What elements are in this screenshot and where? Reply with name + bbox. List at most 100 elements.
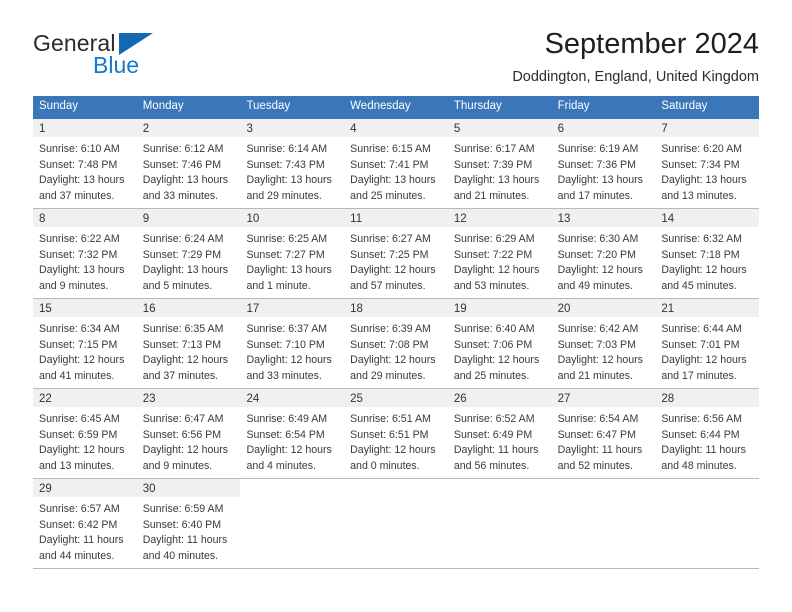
daylight-duration-line2: and 53 minutes. [453, 279, 530, 292]
day-cell-empty [655, 479, 759, 568]
daylight-duration-line1: Daylight: 12 hours [661, 264, 747, 277]
daylight-duration-line1: Daylight: 12 hours [39, 354, 125, 367]
day-cell[interactable]: 6 Sunrise: 6:19 AM Sunset: 7:36 PM Daylight… [551, 119, 656, 208]
day-details: Sunrise: 6:24 AM Sunset: 7:29 PM Daylight:… [137, 227, 241, 294]
daylight-duration-line2: and 29 minutes. [350, 369, 426, 382]
day-cell[interactable]: 21 Sunrise: 6:44 AM Sunset: 7:01 PM Dayligh… [655, 299, 760, 388]
day-number: 5 [447, 119, 552, 138]
day-cell[interactable]: 2 Sunrise: 6:12 AM Sunset: 7:46 PM Daylight… [136, 119, 241, 208]
day-cell[interactable]: 10 Sunrise: 6:25 AM Sunset: 7:27 PM Dayligh… [240, 209, 345, 298]
sunset-time: Sunset: 7:13 PM [142, 338, 222, 351]
day-details: Sunrise: 6:14 AM Sunset: 7:43 PM Daylight:… [240, 137, 344, 204]
day-cell[interactable]: 16 Sunrise: 6:35 AM Sunset: 7:13 PM Dayligh… [136, 299, 241, 388]
day-number: 22 [33, 389, 137, 408]
day-cell[interactable]: 4 Sunrise: 6:15 AM Sunset: 7:41 PM Daylight… [344, 119, 448, 208]
day-cell-empty [448, 479, 552, 568]
day-cell[interactable]: 12 Sunrise: 6:29 AM Sunset: 7:22 PM Dayligh… [447, 209, 552, 298]
day-cell[interactable]: 11 Sunrise: 6:27 AM Sunset: 7:25 PM Dayligh… [344, 209, 448, 298]
daylight-duration-line2: and 17 minutes. [557, 189, 633, 202]
day-cell[interactable]: 7 Sunrise: 6:20 AM Sunset: 7:34 PM Daylight… [655, 119, 760, 208]
sunrise-time: Sunrise: 6:57 AM [39, 503, 120, 516]
sunset-time: Sunset: 6:56 PM [142, 428, 222, 441]
calendar-grid: Sunday Monday Tuesday Wednesday Thursday… [33, 96, 760, 570]
sunset-time: Sunset: 7:29 PM [142, 248, 222, 261]
sunset-time: Sunset: 7:43 PM [246, 158, 325, 171]
day-number: 29 [33, 479, 137, 498]
day-details: Sunrise: 6:47 AM Sunset: 6:56 PM Daylight:… [137, 407, 241, 474]
day-details: Sunrise: 6:37 AM Sunset: 7:10 PM Daylight:… [240, 317, 344, 384]
day-cell[interactable]: 24 Sunrise: 6:49 AM Sunset: 6:54 PM Dayligh… [240, 389, 345, 478]
sunset-time: Sunset: 7:41 PM [350, 158, 429, 171]
sunset-time: Sunset: 7:34 PM [661, 158, 740, 171]
daylight-duration-line1: Daylight: 12 hours [557, 354, 643, 367]
day-cell[interactable]: 26 Sunrise: 6:52 AM Sunset: 6:49 PM Dayligh… [447, 389, 552, 478]
day-details: Sunrise: 6:29 AM Sunset: 7:22 PM Daylight:… [448, 227, 552, 294]
day-number: 16 [136, 299, 241, 318]
daylight-duration-line2: and 44 minutes. [39, 549, 115, 562]
weekday-monday: Monday [142, 100, 184, 113]
daylight-duration-line1: Daylight: 12 hours [350, 444, 436, 457]
sunrise-time: Sunrise: 6:20 AM [661, 143, 742, 156]
day-cell[interactable]: 3 Sunrise: 6:14 AM Sunset: 7:43 PM Daylight… [240, 119, 345, 208]
day-cell[interactable]: 23 Sunrise: 6:47 AM Sunset: 6:56 PM Dayligh… [136, 389, 241, 478]
day-cell[interactable]: 25 Sunrise: 6:51 AM Sunset: 6:51 PM Dayligh… [344, 389, 448, 478]
sunset-time: Sunset: 6:51 PM [350, 428, 429, 441]
day-cell[interactable]: 19 Sunrise: 6:40 AM Sunset: 7:06 PM Dayligh… [447, 299, 552, 388]
daylight-duration-line1: Daylight: 12 hours [246, 354, 332, 367]
sunrise-time: Sunrise: 6:32 AM [661, 233, 742, 246]
daylight-duration-line2: and 33 minutes. [142, 189, 219, 202]
sunset-time: Sunset: 7:46 PM [142, 158, 222, 171]
day-number: 24 [240, 389, 345, 408]
daylight-duration-line2: and 57 minutes. [350, 279, 426, 292]
day-number: 10 [240, 209, 345, 228]
daylight-duration-line1: Daylight: 12 hours [350, 354, 436, 367]
day-cell[interactable]: 8 Sunrise: 6:22 AM Sunset: 7:32 PM Daylight… [33, 209, 137, 298]
day-cell[interactable]: 20 Sunrise: 6:42 AM Sunset: 7:03 PM Dayligh… [551, 299, 656, 388]
daylight-duration-line2: and 29 minutes. [246, 189, 322, 202]
sunset-time: Sunset: 7:20 PM [557, 248, 636, 261]
daylight-duration-line1: Daylight: 11 hours [453, 444, 539, 457]
day-cell[interactable]: 30 Sunrise: 6:59 AM Sunset: 6:40 PM Dayligh… [136, 479, 241, 568]
day-number: 13 [551, 209, 656, 228]
sunrise-time: Sunrise: 6:25 AM [246, 233, 328, 246]
day-details: Sunrise: 6:34 AM Sunset: 7:15 PM Daylight:… [33, 317, 137, 384]
day-cell-empty [552, 479, 656, 568]
day-cell-empty [344, 479, 448, 568]
day-cell[interactable]: 5 Sunrise: 6:17 AM Sunset: 7:39 PM Daylight… [447, 119, 552, 208]
day-cell[interactable]: 13 Sunrise: 6:30 AM Sunset: 7:20 PM Dayligh… [551, 209, 656, 298]
sunset-time: Sunset: 6:44 PM [661, 428, 740, 441]
daylight-duration-line1: Daylight: 11 hours [661, 444, 746, 457]
daylight-duration-line2: and 48 minutes. [661, 459, 737, 472]
daylight-duration-line2: and 13 minutes. [39, 459, 115, 472]
sunrise-time: Sunrise: 6:45 AM [39, 413, 120, 426]
sunset-time: Sunset: 7:22 PM [453, 248, 533, 261]
day-number: 30 [136, 479, 241, 498]
daylight-duration-line1: Daylight: 12 hours [142, 354, 229, 367]
location-subtitle: Doddington, England, United Kingdom [512, 69, 759, 86]
daylight-duration-line1: Daylight: 13 hours [246, 174, 332, 187]
sunrise-time: Sunrise: 6:35 AM [142, 323, 224, 336]
day-cell[interactable]: 27 Sunrise: 6:54 AM Sunset: 6:47 PM Dayligh… [551, 389, 656, 478]
day-cell[interactable]: 18 Sunrise: 6:39 AM Sunset: 7:08 PM Dayligh… [344, 299, 448, 388]
daylight-duration-line2: and 33 minutes. [246, 369, 322, 382]
day-cell[interactable]: 15 Sunrise: 6:34 AM Sunset: 7:15 PM Dayligh… [33, 299, 137, 388]
day-details: Sunrise: 6:52 AM Sunset: 6:49 PM Daylight:… [448, 407, 552, 474]
daylight-duration-line2: and 5 minutes. [142, 279, 213, 292]
daylight-duration-line2: and 45 minutes. [661, 279, 737, 292]
day-cell[interactable]: 29 Sunrise: 6:57 AM Sunset: 6:42 PM Dayligh… [33, 479, 137, 568]
day-cell[interactable]: 17 Sunrise: 6:37 AM Sunset: 7:10 PM Dayligh… [240, 299, 345, 388]
sunrise-time: Sunrise: 6:54 AM [557, 413, 639, 426]
day-cell[interactable]: 28 Sunrise: 6:56 AM Sunset: 6:44 PM Dayligh… [655, 389, 760, 478]
general-blue-logo[interactable]: General Blue [33, 26, 173, 82]
day-number [448, 479, 552, 497]
day-cell[interactable]: 9 Sunrise: 6:24 AM Sunset: 7:29 PM Daylight… [136, 209, 241, 298]
sunrise-time: Sunrise: 6:27 AM [350, 233, 431, 246]
day-details: Sunrise: 6:10 AM Sunset: 7:48 PM Daylight:… [33, 137, 137, 204]
day-details: Sunrise: 6:54 AM Sunset: 6:47 PM Daylight:… [552, 407, 656, 474]
day-cell[interactable]: 14 Sunrise: 6:32 AM Sunset: 7:18 PM Dayligh… [655, 209, 760, 298]
day-cell[interactable]: 1 Sunrise: 6:10 AM Sunset: 7:48 PM Daylight… [33, 119, 137, 208]
sunrise-time: Sunrise: 6:34 AM [39, 323, 120, 336]
day-cell[interactable]: 22 Sunrise: 6:45 AM Sunset: 6:59 PM Dayligh… [33, 389, 137, 478]
daylight-duration-line2: and 21 minutes. [557, 369, 633, 382]
daylight-duration-line1: Daylight: 13 hours [661, 174, 747, 187]
